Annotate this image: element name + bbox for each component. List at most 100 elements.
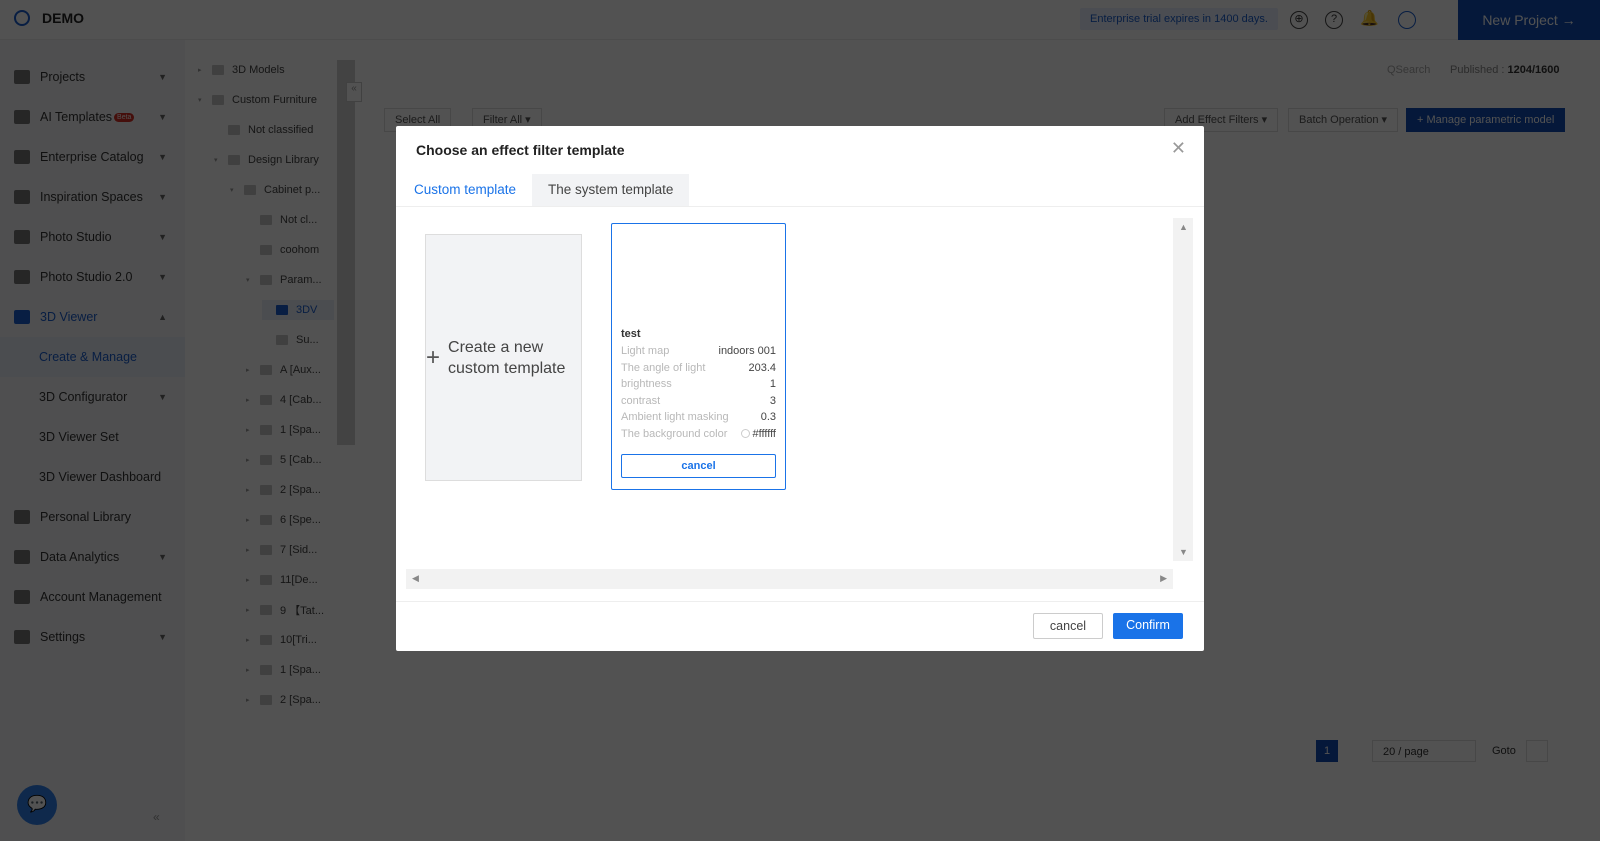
- expand-arrow-icon[interactable]: ▸: [246, 636, 254, 644]
- sidebar-item-3d-viewer-dashboard[interactable]: 3D Viewer Dashboard: [0, 457, 185, 497]
- tree-node[interactable]: ▾ Cabinet p...: [230, 180, 320, 200]
- template-cancel-button[interactable]: cancel: [621, 454, 776, 478]
- sidebar-item-account-management[interactable]: Account Management: [0, 577, 185, 617]
- close-icon[interactable]: ✕: [1171, 138, 1186, 159]
- create-template-card[interactable]: + Create a new custom template: [425, 234, 582, 481]
- tab-system-template[interactable]: The system template: [532, 174, 690, 206]
- batch-operation-dropdown[interactable]: Batch Operation ▾: [1288, 108, 1399, 132]
- logo-icon: [14, 10, 30, 26]
- expand-arrow-icon[interactable]: ▸: [246, 576, 254, 584]
- sidebar-item-label: Photo Studio 2.0: [40, 270, 133, 284]
- sidebar-item-3d-viewer[interactable]: 3D Viewer ▲: [0, 297, 185, 337]
- folder-icon: [260, 455, 272, 465]
- expand-arrow-icon[interactable]: ▸: [246, 606, 254, 614]
- search-input[interactable]: QSearch: [1387, 64, 1430, 76]
- tree-node[interactable]: ▸ 10[Tri...: [246, 630, 317, 650]
- confirm-button[interactable]: Confirm: [1113, 613, 1183, 639]
- template-card[interactable]: test cancel Light map indoors 001 The angl…: [611, 223, 786, 490]
- tree-node[interactable]: ▸ A [Aux...: [246, 360, 321, 380]
- chevron-up-icon: ▲: [158, 312, 167, 322]
- expand-arrow-icon[interactable]: ▸: [246, 426, 254, 434]
- tree-node[interactable]: ▸ 7 [Sid...: [246, 540, 317, 560]
- tree-node[interactable]: ▸ 2 [Spa...: [246, 480, 321, 500]
- folder-icon: [260, 695, 272, 705]
- folder-icon: [276, 305, 288, 315]
- expand-arrow-icon[interactable]: ▾: [198, 96, 206, 104]
- sidebar-item-3d-viewer-set[interactable]: 3D Viewer Set: [0, 417, 185, 457]
- expand-arrow-icon[interactable]: ▸: [246, 516, 254, 524]
- page-size-select[interactable]: 20 / page: [1372, 740, 1476, 762]
- plus-icon: +: [426, 344, 441, 371]
- sidebar-item-create-manage[interactable]: Create & Manage: [0, 337, 185, 377]
- collapse-sidebar-icon[interactable]: «: [153, 810, 160, 824]
- tree-node-label: Not cl...: [280, 214, 318, 226]
- sidebar-item-personal-library[interactable]: Personal Library: [0, 497, 185, 537]
- chat-support-button[interactable]: 💬: [17, 785, 57, 825]
- sidebar-item-label: 3D Viewer Dashboard: [39, 470, 162, 484]
- tree-node[interactable]: ▸ 11[De...: [246, 570, 318, 590]
- tree-node-label: 7 [Sid...: [280, 544, 318, 556]
- expand-arrow-icon[interactable]: ▾: [214, 156, 222, 164]
- tree-node[interactable]: Su...: [262, 330, 319, 350]
- cancel-button[interactable]: cancel: [1033, 613, 1103, 639]
- chevron-down-icon: ▼: [158, 232, 167, 242]
- collapse-tree-button[interactable]: «: [346, 82, 362, 102]
- expand-arrow-icon[interactable]: ▾: [230, 186, 238, 194]
- globe-icon[interactable]: ⊕: [1290, 11, 1308, 29]
- avatar[interactable]: [1398, 11, 1416, 29]
- vertical-scrollbar[interactable]: ▲ ▼: [1173, 218, 1193, 561]
- tree-node[interactable]: ▸ 5 [Cab...: [246, 450, 322, 470]
- tree-node[interactable]: ▸ 1 [Spa...: [246, 420, 321, 440]
- tree-node[interactable]: ▸ 4 [Cab...: [246, 390, 322, 410]
- sidebar-item-3d-configurator[interactable]: 3D Configurator ▼: [0, 377, 185, 417]
- tree-node[interactable]: 3DV: [262, 300, 334, 320]
- expand-arrow-icon[interactable]: ▸: [246, 396, 254, 404]
- sidebar-item-data-analytics[interactable]: Data Analytics ▼: [0, 537, 185, 577]
- tree-node[interactable]: ▾ Custom Furniture: [198, 90, 317, 110]
- bell-icon[interactable]: 🔔: [1360, 11, 1379, 29]
- manage-parametric-model-button[interactable]: + Manage parametric model: [1406, 108, 1566, 132]
- sidebar-item-photo-studio-2-0[interactable]: Photo Studio 2.0 ▼: [0, 257, 185, 297]
- tree-node[interactable]: ▸ 9 【Tat...: [246, 600, 324, 620]
- expand-arrow-icon[interactable]: ▸: [246, 546, 254, 554]
- tree-node[interactable]: ▸ 3D Models: [198, 60, 285, 80]
- tree-node[interactable]: ▾ Param...: [246, 270, 322, 290]
- expand-arrow-icon[interactable]: ▸: [198, 66, 206, 74]
- nav-icon: [14, 70, 30, 84]
- folder-icon: [260, 485, 272, 495]
- tree-node[interactable]: ▸ 2 [Spa...: [246, 690, 321, 710]
- tab-custom-template[interactable]: Custom template: [398, 174, 533, 206]
- expand-arrow-icon[interactable]: ▸: [246, 456, 254, 464]
- sidebar-item-enterprise-catalog[interactable]: Enterprise Catalog ▼: [0, 137, 185, 177]
- tree-node-label: Design Library: [248, 154, 319, 166]
- property-label: Ambient light masking: [621, 411, 729, 423]
- property-value: 3: [769, 394, 776, 407]
- tree-node[interactable]: coohom: [246, 240, 319, 260]
- expand-arrow-icon[interactable]: ▸: [246, 486, 254, 494]
- help-icon[interactable]: ?: [1325, 11, 1343, 29]
- new-project-button[interactable]: New Project →: [1458, 0, 1600, 40]
- expand-arrow-icon[interactable]: ▾: [246, 276, 254, 284]
- sidebar-item-ai-templates[interactable]: AI Templates Beta ▼: [0, 97, 185, 137]
- goto-input[interactable]: [1526, 740, 1548, 762]
- sidebar-item-photo-studio[interactable]: Photo Studio ▼: [0, 217, 185, 257]
- tree-node-label: 1 [Spa...: [280, 424, 321, 436]
- page-1[interactable]: 1: [1316, 740, 1338, 762]
- expand-arrow-icon[interactable]: ▸: [246, 666, 254, 674]
- expand-arrow-icon[interactable]: ▸: [246, 366, 254, 374]
- sidebar-item-settings[interactable]: Settings ▼: [0, 617, 185, 657]
- tree-node[interactable]: Not cl...: [246, 210, 317, 230]
- tree-scrollbar[interactable]: [337, 60, 355, 445]
- brand-logo[interactable]: DEMO: [14, 10, 84, 26]
- expand-arrow-icon[interactable]: ▸: [246, 696, 254, 704]
- folder-icon: [260, 515, 272, 525]
- trial-banner[interactable]: Enterprise trial expires in 1400 days.: [1080, 8, 1278, 30]
- tree-node[interactable]: Not classified: [214, 120, 313, 140]
- tree-node[interactable]: ▸ 1 [Spa...: [246, 660, 321, 680]
- sidebar-item-projects[interactable]: Projects ▼: [0, 57, 185, 97]
- tree-node[interactable]: ▸ 6 [Spe...: [246, 510, 321, 530]
- tree-node[interactable]: ▾ Design Library: [214, 150, 319, 170]
- sidebar-item-inspiration-spaces[interactable]: Inspiration Spaces ▼: [0, 177, 185, 217]
- horizontal-scrollbar[interactable]: ◀ ▶: [406, 569, 1173, 589]
- sidebar-item-label: Account Management: [40, 590, 162, 604]
